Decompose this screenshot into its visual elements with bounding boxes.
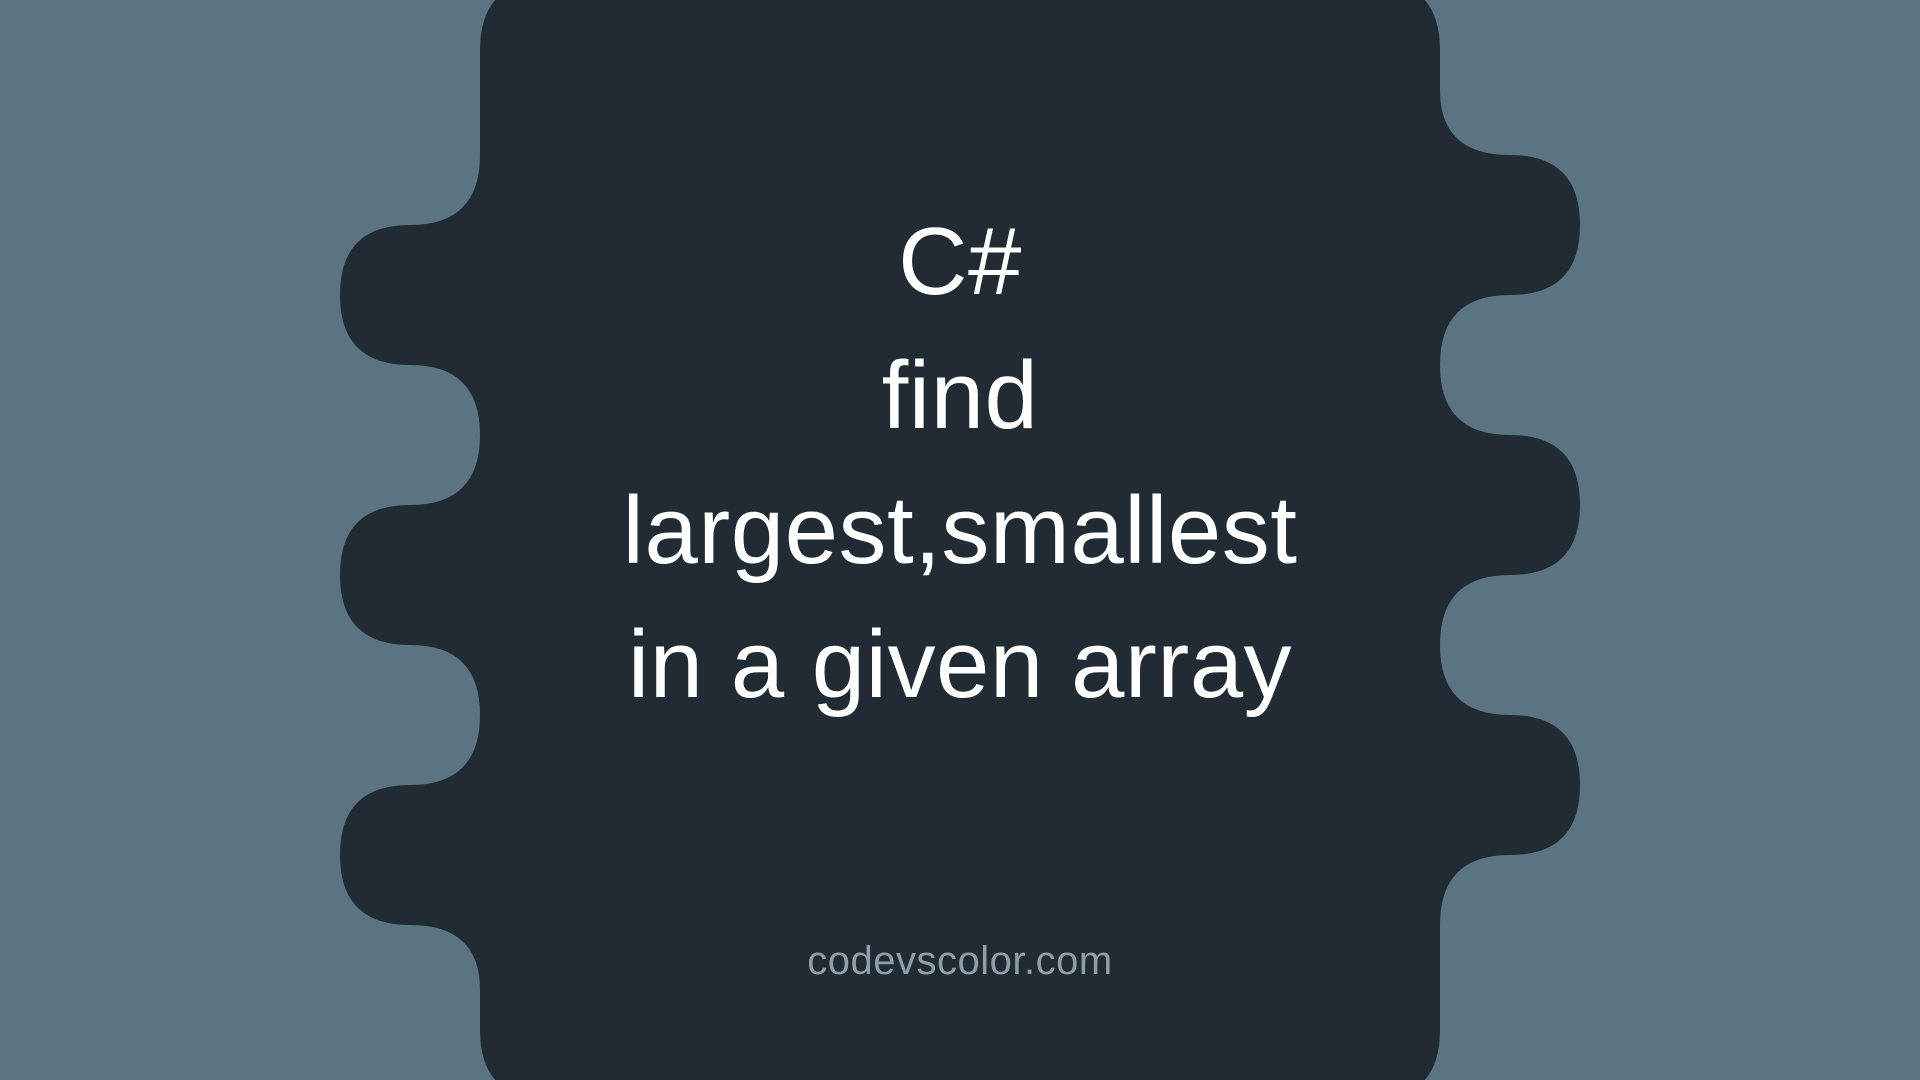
title-line-3: largest,smallest [623,464,1298,598]
title-line-4: in a given array [623,598,1298,732]
banner-card: C# find largest,smallest in a given arra… [0,0,1920,1080]
title-line-1: C# [623,195,1298,329]
title-block: C# find largest,smallest in a given arra… [623,195,1298,733]
title-line-2: find [623,329,1298,463]
content-area: C# find largest,smallest in a given arra… [0,0,1920,1080]
footer-text: codevscolor.com [0,939,1920,984]
